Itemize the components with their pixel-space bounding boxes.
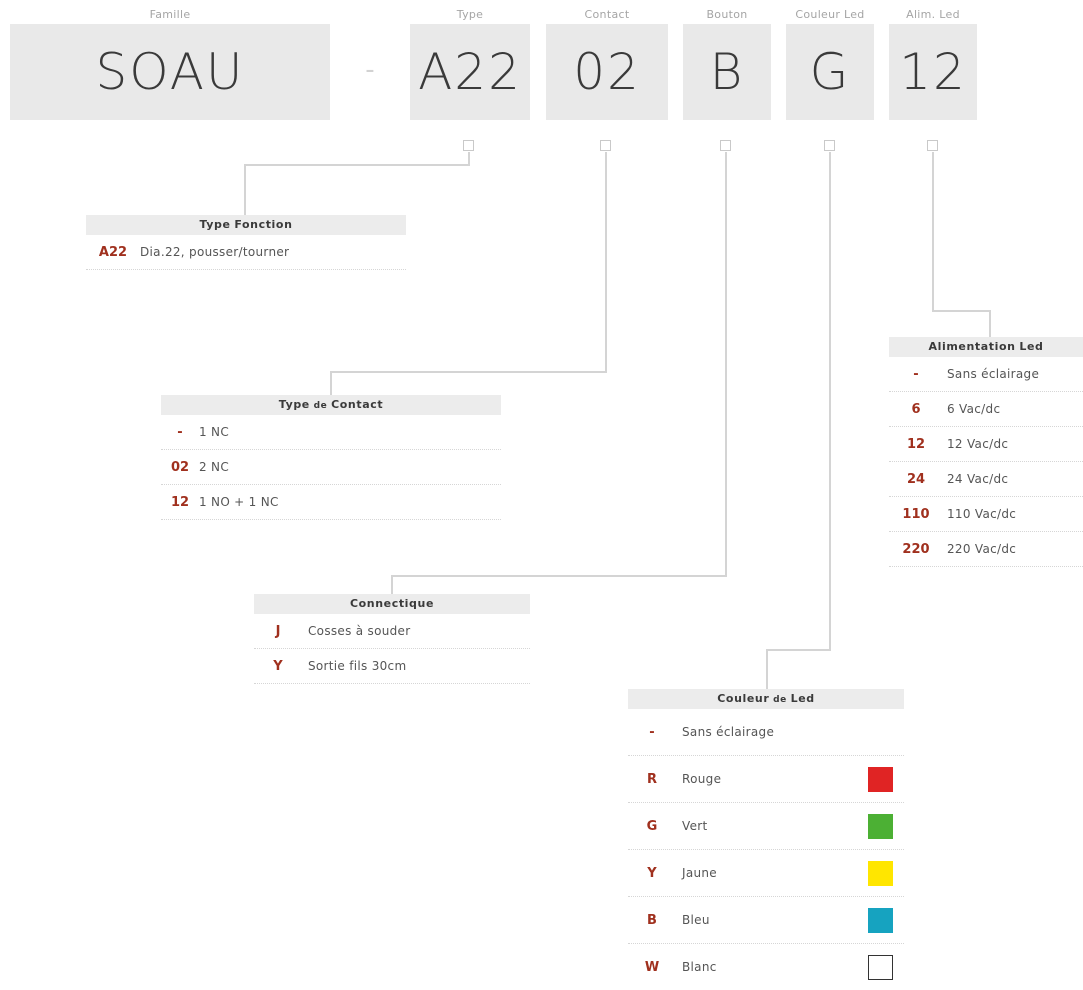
row-desc: 220 Vac/dc xyxy=(947,542,1017,556)
row-code: Y xyxy=(273,658,283,674)
row-code: J xyxy=(275,623,281,639)
table-row: 24 24 Vac/dc xyxy=(889,462,1083,497)
table-connectique: Connectique J Cosses à souder Y Sortie f… xyxy=(254,594,530,684)
row-code: B xyxy=(647,912,657,928)
row-code: R xyxy=(646,771,657,787)
table-type-contact-title: Type de Contact xyxy=(161,395,501,415)
table-row: - 1 NC xyxy=(161,415,501,450)
table-row: B Bleu xyxy=(628,897,904,944)
row-desc: Sans éclairage xyxy=(682,725,775,739)
table-alimentation-led-title: Alimentation Led xyxy=(889,337,1083,357)
table-row: R Rouge xyxy=(628,756,904,803)
row-desc: 1 NC xyxy=(199,425,230,439)
row-desc: 24 Vac/dc xyxy=(947,472,1009,486)
row-desc: 2 NC xyxy=(199,460,230,474)
table-row: A22 Dia.22, pousser/tourner xyxy=(86,235,406,270)
row-desc: Rouge xyxy=(682,772,722,786)
table-row: 110 110 Vac/dc xyxy=(889,497,1083,532)
table-row: J Cosses à souder xyxy=(254,614,530,649)
row-code: - xyxy=(649,724,655,740)
row-desc: 1 NO + 1 NC xyxy=(199,495,279,509)
connector-couleur xyxy=(766,152,831,689)
row-code: 12 xyxy=(906,436,926,452)
table-row: G Vert xyxy=(628,803,904,850)
table-row: 02 2 NC xyxy=(161,450,501,485)
row-desc: Cosses à souder xyxy=(308,624,411,638)
port-bouton xyxy=(720,140,731,151)
color-swatch-green xyxy=(868,813,893,839)
table-couleur-led-title: Couleur de Led xyxy=(628,689,904,709)
table-couleur-led: Couleur de Led - Sans éclairage R Rouge … xyxy=(628,689,904,990)
row-code: G xyxy=(646,818,658,834)
row-code: 24 xyxy=(906,471,926,487)
table-row: Y Sortie fils 30cm xyxy=(254,649,530,684)
port-contact xyxy=(600,140,611,151)
row-code: 220 xyxy=(902,541,930,557)
table-row: - Sans éclairage xyxy=(889,357,1083,392)
connector-alim xyxy=(932,152,991,337)
table-type-contact: Type de Contact - 1 NC 02 2 NC 12 1 NO +… xyxy=(161,395,501,520)
row-desc: 110 Vac/dc xyxy=(947,507,1017,521)
port-couleur xyxy=(824,140,835,151)
row-desc: Dia.22, pousser/tourner xyxy=(140,245,290,259)
table-row: - Sans éclairage xyxy=(628,709,904,756)
row-desc: Sans éclairage xyxy=(947,367,1040,381)
color-swatch-red xyxy=(868,766,893,792)
connector-contact xyxy=(330,152,607,395)
row-code: - xyxy=(913,366,919,382)
table-type-fonction-title: Type Fonction xyxy=(86,215,406,235)
row-desc: 6 Vac/dc xyxy=(947,402,1001,416)
port-alim xyxy=(927,140,938,151)
row-desc: Bleu xyxy=(682,913,710,927)
row-desc: Jaune xyxy=(682,866,717,880)
table-row: 12 12 Vac/dc xyxy=(889,427,1083,462)
row-desc: 12 Vac/dc xyxy=(947,437,1009,451)
table-row: 12 1 NO + 1 NC xyxy=(161,485,501,520)
row-code: Y xyxy=(647,865,657,881)
row-code: 6 xyxy=(911,401,921,417)
row-code: 12 xyxy=(170,494,190,510)
table-row: Y Jaune xyxy=(628,850,904,897)
connector-type xyxy=(244,152,470,215)
row-desc: Sortie fils 30cm xyxy=(308,659,407,673)
table-alimentation-led: Alimentation Led - Sans éclairage 6 6 Va… xyxy=(889,337,1083,567)
row-desc: Vert xyxy=(682,819,708,833)
table-row: 6 6 Vac/dc xyxy=(889,392,1083,427)
row-desc: Blanc xyxy=(682,960,717,974)
table-row: W Blanc xyxy=(628,944,904,990)
color-swatch-white xyxy=(868,954,893,980)
table-connectique-title: Connectique xyxy=(254,594,530,614)
row-code: 02 xyxy=(170,459,190,475)
table-type-fonction: Type Fonction A22 Dia.22, pousser/tourne… xyxy=(86,215,406,270)
table-row: 220 220 Vac/dc xyxy=(889,532,1083,567)
color-swatch-blue xyxy=(868,907,893,933)
row-code: W xyxy=(644,959,660,975)
row-code: - xyxy=(177,424,183,440)
color-swatch-yellow xyxy=(868,860,893,886)
port-type xyxy=(463,140,474,151)
row-code: A22 xyxy=(98,244,128,260)
row-code: 110 xyxy=(902,506,930,522)
